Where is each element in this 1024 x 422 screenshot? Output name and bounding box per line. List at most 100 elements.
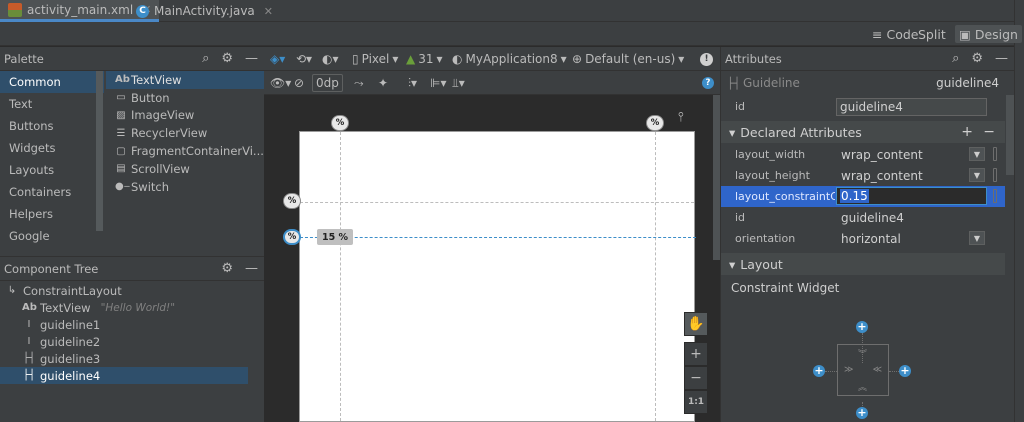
search-icon[interactable]: ⌕ [952, 51, 959, 66]
device-selector[interactable]: ▯ Pixel ▾ [352, 50, 398, 68]
theme-selector[interactable]: ◐ MyApplication8 ▾ [452, 50, 567, 68]
layout-section[interactable]: ▾ Layout [721, 253, 1005, 275]
category-google[interactable]: Google [0, 225, 104, 247]
category-buttons[interactable]: Buttons [0, 115, 104, 137]
tree-node-guideline2[interactable]: I guideline2 [0, 333, 248, 350]
guideline1-line[interactable] [340, 132, 341, 421]
category-containers[interactable]: Containers [0, 181, 104, 203]
id-input[interactable]: guideline4 [836, 98, 987, 116]
chevron-right-icon[interactable]: ≫ [844, 365, 853, 375]
orientation-icon[interactable]: ⟲▾ [296, 50, 312, 68]
category-text[interactable]: Text [0, 93, 104, 115]
minimize-icon[interactable]: — [245, 261, 258, 276]
tab-main-activity[interactable]: C MainActivity.java ✕ [128, 0, 281, 22]
constraint-widget-box: ︾ ≫ ≪ ︽ [837, 344, 889, 396]
tree-node-textview[interactable]: Ab TextView "Hello World!" [0, 299, 248, 316]
pan-hand-icon[interactable]: ✋ [684, 312, 708, 336]
declared-attributes-section[interactable]: ▾ Declared Attributes + − [721, 121, 1005, 143]
attributes-scrollbar[interactable] [1006, 95, 1014, 175]
help-icon[interactable]: ? [702, 74, 714, 92]
category-widgets[interactable]: Widgets [0, 137, 104, 159]
add-left-constraint-icon[interactable]: + [813, 365, 825, 377]
remove-attribute-icon[interactable]: − [983, 124, 995, 140]
guideline2-percent-badge[interactable]: % [646, 115, 664, 131]
chevron-down-icon[interactable]: ▼ [969, 168, 985, 182]
category-common[interactable]: Common [0, 71, 104, 93]
resource-picker-icon[interactable] [993, 147, 997, 161]
search-icon[interactable]: ⌕ [202, 51, 209, 66]
widget-button[interactable]: ▭ Button [106, 89, 264, 107]
attr-value[interactable]: wrap_content [841, 169, 967, 183]
widget-label: ScrollView [131, 161, 190, 176]
canvas-scrollbar[interactable] [713, 95, 720, 260]
widget-textview[interactable]: Ab TextView [106, 71, 264, 89]
device-preview[interactable] [299, 131, 695, 422]
guideline4-percent-badge[interactable]: % [283, 229, 301, 245]
guideline4-line[interactable] [300, 237, 696, 238]
chevron-down-icon[interactable]: ▼ [969, 231, 985, 245]
constraint-guide-percent-input[interactable]: 0.15 [836, 187, 987, 205]
align-icon[interactable]: ⊫▾ [430, 74, 446, 92]
guidelines-icon[interactable]: ⫶▾ [408, 74, 417, 92]
split-view-button[interactable]: Split [914, 25, 950, 43]
chevron-up-icon[interactable]: ︽ [858, 380, 867, 393]
scroll-icon: ▤ [116, 163, 126, 175]
pin-icon[interactable]: ⫯ [678, 110, 684, 125]
categories-scrollbar[interactable] [96, 71, 103, 231]
resource-picker-icon[interactable] [993, 168, 997, 182]
minimize-icon[interactable]: — [995, 51, 1008, 66]
guideline3-percent-badge[interactable]: % [283, 193, 301, 209]
tree-node-guideline3[interactable]: ├┤ guideline3 [0, 350, 248, 367]
guideline1-percent-badge[interactable]: % [331, 115, 349, 131]
infer-constraints-icon[interactable]: ✦ [378, 74, 388, 92]
widget-recyclerview[interactable]: ☰ RecyclerView [106, 124, 264, 142]
night-mode-icon[interactable]: ◐▾ [322, 50, 339, 68]
gear-icon[interactable]: ⚙ [221, 261, 233, 276]
category-helpers[interactable]: Helpers [0, 203, 104, 225]
design-view-button[interactable]: ▣ Design [955, 25, 1022, 43]
gear-icon[interactable]: ⚙ [221, 51, 233, 66]
widget-imageview[interactable]: ▨ ImageView [106, 107, 264, 125]
palette-title: Palette [4, 51, 44, 66]
tree-node-guideline4[interactable]: ├┤ guideline4 [0, 367, 248, 384]
theme-icon: ◐ [452, 52, 463, 66]
chevron-left-icon[interactable]: ≪ [873, 365, 882, 375]
layers-icon[interactable]: ◈▾ [270, 50, 285, 68]
eye-icon[interactable]: 👁▾ [270, 74, 291, 92]
widget-scrollview[interactable]: ▤ ScrollView [106, 160, 264, 178]
minimize-icon[interactable]: — [245, 51, 258, 66]
chevron-down-icon[interactable]: ▼ [969, 147, 985, 161]
add-attribute-icon[interactable]: + [961, 124, 973, 140]
api-selector[interactable]: ▲ 31 ▾ [406, 50, 443, 68]
widget-switch[interactable]: ●‒ Switch [106, 178, 264, 196]
attr-value[interactable]: guideline4 [841, 211, 967, 225]
add-top-constraint-icon[interactable]: + [856, 321, 868, 333]
api-label: 31 [418, 52, 434, 66]
add-right-constraint-icon[interactable]: + [899, 365, 911, 377]
category-layouts[interactable]: Layouts [0, 159, 104, 181]
gear-icon[interactable]: ⚙ [971, 51, 983, 66]
zoom-reset-button[interactable]: 1:1 [684, 390, 708, 414]
tree-node-constraintlayout[interactable]: ↳ ConstraintLayout [0, 282, 248, 299]
zoom-in-button[interactable]: + [684, 342, 708, 366]
guideline3-line[interactable] [300, 202, 694, 203]
palette-categories: Common Text Buttons Widgets Layouts Cont… [0, 71, 104, 256]
warning-icon[interactable]: ! [700, 50, 713, 68]
zoom-out-button[interactable]: − [684, 366, 708, 390]
split-label: Split [918, 26, 946, 42]
attr-value[interactable]: horizontal [841, 232, 967, 246]
add-bottom-constraint-icon[interactable]: + [856, 407, 868, 419]
tree-node-guideline1[interactable]: I guideline1 [0, 316, 248, 333]
clear-constraints-icon[interactable]: ⤳ [354, 74, 364, 92]
widget-fragmentcontainer[interactable]: ▢ FragmentContainerVi... [106, 142, 264, 160]
resource-picker-icon[interactable] [993, 189, 997, 203]
locale-selector[interactable]: ⊕ Default (en-us) ▾ [572, 50, 684, 68]
vertical-guideline-icon: I [27, 336, 31, 347]
text-baseline-icon[interactable]: ⫫▾ [452, 74, 465, 92]
default-margin-field[interactable]: 0dp [312, 74, 343, 92]
guideline2-line[interactable] [655, 132, 656, 421]
chevron-down-icon[interactable]: ︾ [858, 347, 867, 360]
attr-value[interactable]: wrap_content [841, 148, 967, 162]
autoconnect-icon[interactable]: ⊘ [294, 74, 304, 92]
close-icon[interactable]: ✕ [264, 5, 273, 18]
